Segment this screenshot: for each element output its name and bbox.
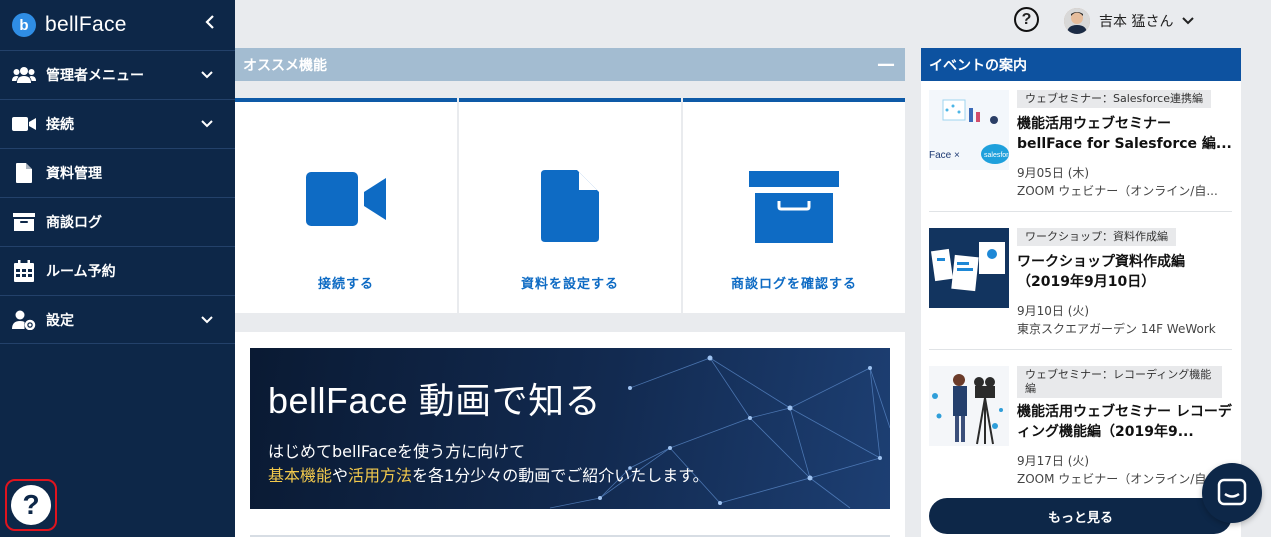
banner-text: を各1分少々の動画でご紹介いたします。: [412, 466, 709, 485]
recommend-title: オススメ機能: [243, 57, 327, 74]
video-banner[interactable]: bellFace 動画で知る はじめてbellFaceを使う方に向けて 基本機能…: [250, 348, 890, 509]
chat-button[interactable]: [1202, 463, 1262, 523]
event-thumbnail: [929, 366, 1009, 446]
sidebar-item-connect[interactable]: 接続: [0, 99, 235, 148]
svg-text:salesforce: salesforce: [984, 152, 1009, 159]
card-label: 資料を設定する: [520, 277, 619, 292]
archive-icon: [12, 211, 36, 233]
event-item[interactable]: Face × salesforce ウェブセミナー：Salesforce連携編 …: [929, 90, 1232, 220]
event-place: ZOOM ウェビナー（オンライン/自...: [1017, 472, 1218, 486]
event-tag: ウェブセミナー：レコーディング機能編: [1017, 366, 1222, 398]
archive-icon: [749, 171, 839, 243]
chevron-down-icon: [1182, 17, 1195, 25]
help-icon[interactable]: ?: [1014, 7, 1039, 32]
avatar: [1064, 8, 1090, 34]
event-date: 9月10日 (火): [1017, 304, 1090, 318]
user-menu[interactable]: 吉本 猛さん: [1064, 8, 1195, 34]
event-date: 9月17日 (火): [1017, 454, 1090, 468]
card-meeting-log[interactable]: 商談ログを確認する: [683, 98, 905, 313]
sidebar-item-label: 管理者メニュー: [46, 68, 144, 84]
event-tag: ワークショップ：資料作成編: [1017, 228, 1176, 246]
topbar: ? 吉本 猛さん: [235, 0, 1271, 45]
chevron-down-icon: [201, 71, 213, 79]
card-label: 商談ログを確認する: [730, 277, 857, 292]
users-icon: [12, 64, 36, 86]
brand-name: bellFace: [45, 13, 127, 36]
divider: [929, 211, 1232, 212]
recommend-header: オススメ機能 —: [235, 48, 905, 81]
sidebar-item-label: 資料管理: [46, 166, 102, 182]
banner-title: bellFace 動画で知る: [268, 380, 602, 421]
brand-logo: b: [12, 13, 36, 37]
chevron-down-icon: [201, 120, 213, 128]
event-title: 機能活用ウェブセミナー レコーディング機能編（2019年9...: [1017, 404, 1232, 440]
user-gear-icon: [12, 309, 36, 331]
sidebar-item-settings[interactable]: 設定: [0, 295, 235, 344]
minimize-button[interactable]: —: [877, 54, 895, 75]
sidebar-item-admin-menu[interactable]: 管理者メニュー: [0, 50, 235, 99]
chevron-down-icon: [201, 316, 213, 324]
banner-text: や: [332, 466, 349, 485]
svg-text:Face ×: Face ×: [929, 150, 960, 161]
event-item[interactable]: ワークショップ：資料作成編 ワークショップ資料作成編（2019年9月10日） 9…: [929, 228, 1232, 358]
event-item[interactable]: ウェブセミナー：レコーディング機能編 機能活用ウェブセミナー レコーディング機能…: [929, 366, 1232, 496]
event-place: ZOOM ウェビナー（オンライン/自...: [1017, 184, 1218, 198]
document-icon: [541, 170, 599, 242]
sidebar-item-meeting-log[interactable]: 商談ログ: [0, 197, 235, 246]
banner-line1: はじめてbellFaceを使う方に向けて: [268, 442, 526, 461]
video-icon: [306, 172, 386, 226]
video-banner-panel: bellFace 動画で知る はじめてbellFaceを使う方に向けて 基本機能…: [235, 332, 905, 537]
highlight-basic-features: 基本機能: [268, 466, 333, 485]
card-connect[interactable]: 接続する: [235, 98, 457, 313]
sidebar-item-room-reservation[interactable]: ルーム予約: [0, 246, 235, 295]
sidebar-item-label: 商談ログ: [46, 215, 102, 231]
banner-line2: 基本機能や活用方法を各1分少々の動画でご紹介いたします。: [268, 462, 709, 486]
events-panel: イベントの案内 Face × salesforce ウェブセミナー：Salesf…: [921, 48, 1241, 537]
event-place: 東京スクエアガーデン 14F WeWork: [1017, 322, 1216, 336]
sidebar-item-documents[interactable]: 資料管理: [0, 148, 235, 197]
recommend-cards: 接続する 資料を設定する 商談ログを確認する: [235, 98, 905, 313]
chat-icon: [1217, 478, 1247, 506]
event-date: 9月05日 (木): [1017, 166, 1090, 180]
event-tag: ウェブセミナー：Salesforce連携編: [1017, 90, 1211, 108]
highlight-usage: 活用方法: [348, 466, 413, 485]
calendar-icon: [12, 260, 36, 282]
collapse-sidebar-icon[interactable]: [205, 14, 215, 30]
brand: b bellFace: [0, 0, 235, 50]
sidebar-item-label: 接続: [46, 117, 74, 133]
more-events-button[interactable]: もっと見る: [929, 498, 1232, 534]
event-title: ワークショップ資料作成編（2019年9月10日）: [1017, 254, 1185, 290]
sidebar: b bellFace 管理者メニュー 接続 資料管理 商談ログ ルーム予約 設定…: [0, 0, 235, 537]
help-button[interactable]: ?: [5, 479, 57, 531]
document-icon: [12, 162, 36, 184]
question-icon: ?: [11, 485, 51, 525]
sidebar-item-label: 設定: [46, 312, 74, 329]
card-label: 接続する: [317, 277, 374, 292]
video-icon: [12, 113, 36, 135]
user-name: 吉本 猛さん: [1099, 14, 1174, 30]
card-documents[interactable]: 資料を設定する: [459, 98, 681, 313]
sidebar-item-label: ルーム予約: [46, 264, 116, 280]
event-thumbnail: Face × salesforce: [929, 90, 1009, 170]
event-title: 機能活用ウェブセミナー bellFace for Salesforce 編...: [1017, 116, 1232, 152]
divider: [929, 349, 1232, 350]
events-title: イベントの案内: [921, 48, 1241, 81]
event-thumbnail: [929, 228, 1009, 308]
